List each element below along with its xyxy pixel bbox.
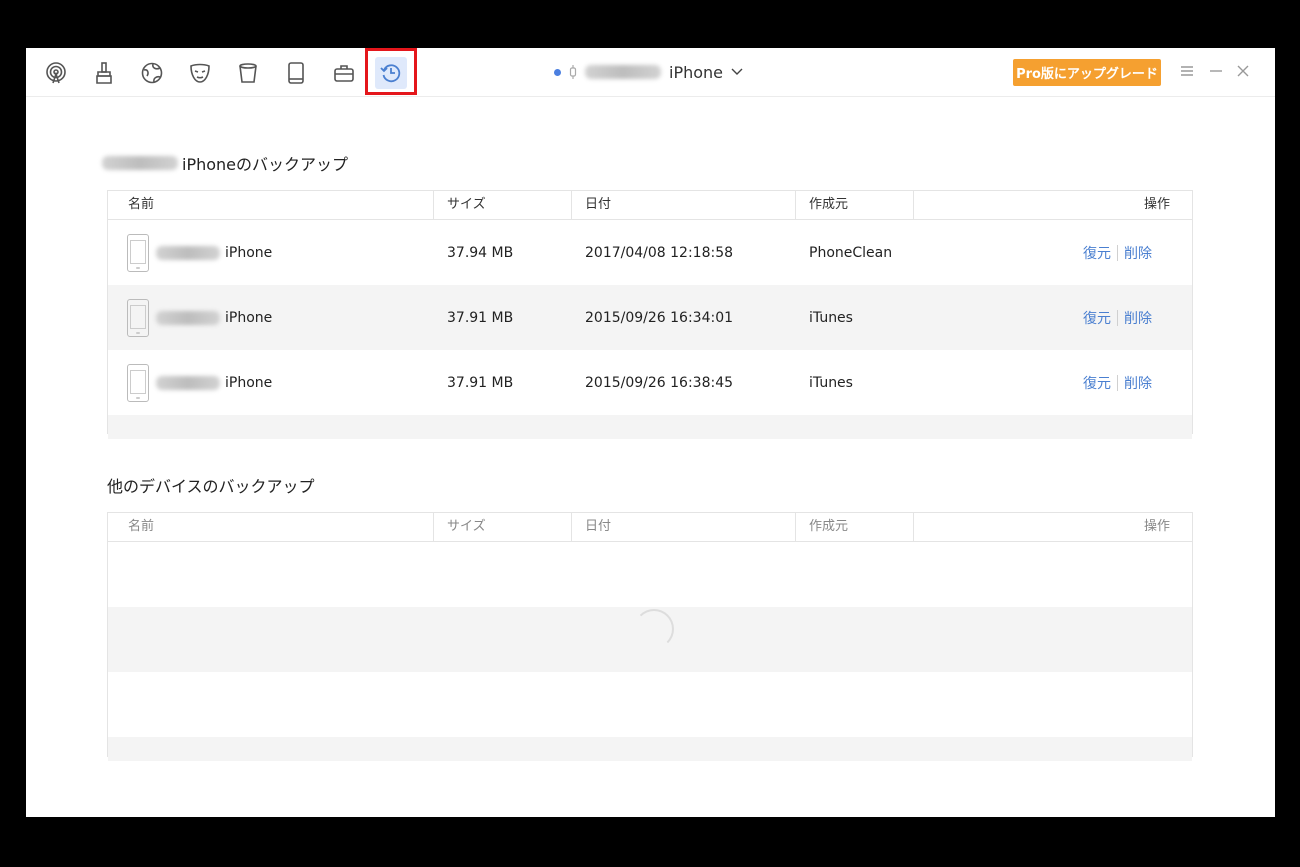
col-actions: 操作 — [913, 513, 1192, 541]
col-date[interactable]: 日付 — [571, 513, 611, 541]
col-size[interactable]: サイズ — [433, 191, 486, 219]
restore-button[interactable]: 復元 — [1083, 243, 1111, 263]
device-name: iPhone — [669, 62, 724, 82]
loading-spinner — [634, 609, 674, 649]
device-owner-blur — [585, 65, 661, 79]
delete-button[interactable]: 削除 — [1124, 373, 1152, 393]
globe-icon[interactable] — [136, 57, 168, 89]
empty-row — [108, 672, 1192, 737]
bin-icon[interactable] — [232, 57, 264, 89]
minimize-icon[interactable] — [1205, 60, 1227, 82]
table-row[interactable]: iPhone 37.94 MB 2017/04/08 12:18:58 Phon… — [108, 220, 1192, 285]
row-device: iPhone — [225, 244, 273, 261]
row-creator: iTunes — [809, 309, 853, 326]
highlight-box — [365, 48, 417, 95]
owner-blur — [156, 310, 220, 325]
device-phone-icon — [127, 350, 149, 415]
row-size: 37.91 MB — [447, 309, 514, 326]
row-size: 37.91 MB — [447, 374, 514, 391]
app-window: iPhone Pro版にアップグレード iPhoneのバックアップ 名前 サイズ… — [26, 48, 1275, 817]
cleanup-brush-icon[interactable] — [88, 57, 120, 89]
backup-table: 名前 サイズ 日付 作成元 操作 iPhone 37.94 MB 2017/04… — [107, 190, 1193, 439]
col-name[interactable]: 名前 — [128, 513, 154, 541]
restore-button[interactable]: 復元 — [1083, 373, 1111, 393]
menu-icon[interactable] — [1176, 60, 1198, 82]
restore-button[interactable]: 復元 — [1083, 308, 1111, 328]
owner-blur — [156, 245, 220, 260]
action-separator — [1117, 309, 1118, 326]
table-row[interactable]: iPhone 37.91 MB 2015/09/26 16:38:45 iTun… — [108, 350, 1192, 415]
device-phone-icon — [127, 285, 149, 350]
tablet-icon[interactable] — [280, 57, 312, 89]
delete-button[interactable]: 削除 — [1124, 243, 1152, 263]
backup-table-header: 名前 サイズ 日付 作成元 操作 — [108, 191, 1192, 220]
other-section-title: 他のデバイスのバックアップ — [107, 477, 315, 496]
row-size: 37.94 MB — [447, 244, 514, 261]
row-device: iPhone — [225, 309, 273, 326]
col-creator[interactable]: 作成元 — [795, 191, 848, 219]
delete-button[interactable]: 削除 — [1124, 308, 1152, 328]
col-creator[interactable]: 作成元 — [795, 513, 848, 541]
backup-section-title-text: iPhoneのバックアップ — [182, 155, 349, 174]
backup-section-title: iPhoneのバックアップ — [102, 151, 348, 175]
chevron-down-icon — [731, 68, 743, 75]
col-actions: 操作 — [913, 191, 1192, 219]
upgrade-button[interactable]: Pro版にアップグレード — [1013, 59, 1161, 86]
table-row[interactable]: iPhone 37.91 MB 2015/09/26 16:34:01 iTun… — [108, 285, 1192, 350]
empty-row — [108, 737, 1192, 761]
mask-icon[interactable] — [184, 57, 216, 89]
col-size[interactable]: サイズ — [433, 513, 486, 541]
empty-row — [108, 542, 1192, 607]
table-filler-row — [108, 415, 1192, 439]
owner-blur — [156, 375, 220, 390]
action-separator — [1117, 374, 1118, 391]
col-name[interactable]: 名前 — [128, 191, 154, 219]
connected-dot — [554, 68, 561, 76]
other-table-header: 名前 サイズ 日付 作成元 操作 — [108, 513, 1192, 542]
action-separator — [1117, 244, 1118, 261]
row-date: 2015/09/26 16:38:45 — [585, 374, 734, 391]
row-device: iPhone — [225, 374, 273, 391]
top-toolbar: iPhone Pro版にアップグレード — [26, 48, 1275, 97]
airdrop-icon[interactable] — [40, 57, 72, 89]
row-creator: PhoneClean — [809, 244, 893, 261]
other-backup-table: 名前 サイズ 日付 作成元 操作 — [107, 512, 1193, 761]
row-date: 2015/09/26 16:34:01 — [585, 309, 734, 326]
toolbox-icon[interactable] — [328, 57, 360, 89]
row-creator: iTunes — [809, 374, 853, 391]
col-date[interactable]: 日付 — [571, 191, 611, 219]
row-date: 2017/04/08 12:18:58 — [585, 244, 734, 261]
device-phone-icon — [127, 220, 149, 285]
close-icon[interactable] — [1232, 60, 1254, 82]
owner-name-blur — [102, 156, 178, 170]
device-selector[interactable]: iPhone — [554, 60, 743, 84]
cable-icon — [569, 65, 577, 79]
